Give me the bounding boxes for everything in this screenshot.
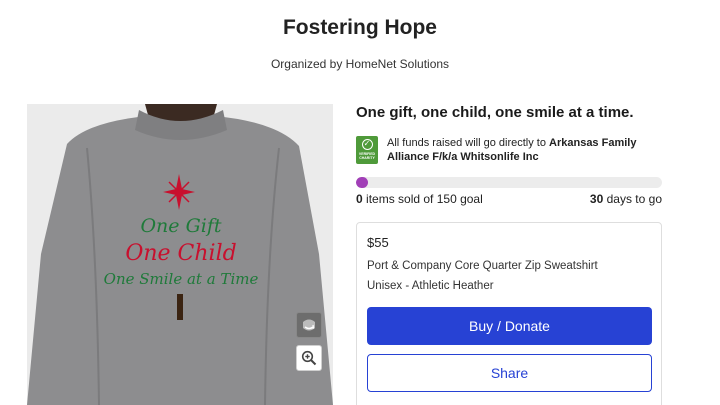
product-name: Port & Company Core Quarter Zip Sweatshi… (367, 256, 651, 296)
progress-bar (356, 177, 662, 188)
badge-text: VERIFIED CHARITY (358, 152, 376, 160)
campaign-tagline: One gift, one child, one smile at a time… (356, 104, 634, 121)
rotate-view-button[interactable] (296, 312, 322, 338)
rotate-icon (303, 319, 315, 331)
days-suffix: days to go (603, 192, 662, 206)
sold-suffix: items sold of 150 goal (362, 192, 483, 206)
progress-bar-fill (356, 177, 369, 188)
campaign-details: One gift, one child, one smile at a time… (356, 104, 664, 405)
zoom-in-icon (301, 350, 317, 366)
share-button[interactable]: Share (367, 354, 652, 392)
funds-prefix: All funds raised will go directly to (387, 137, 550, 149)
days-count: 30 (589, 192, 604, 206)
check-icon: ✓ (361, 139, 373, 150)
sold-count: 0 (356, 192, 363, 206)
product-name-line-2: Unisex - Athletic Heather (367, 280, 494, 292)
verified-charity-badge: ✓ VERIFIED CHARITY (356, 136, 378, 164)
charity-text: All funds raised will go directly to Ark… (387, 136, 662, 164)
print-line-1: One Gift (140, 215, 221, 237)
product-price: $55 (367, 235, 389, 250)
page-title: Fostering Hope (282, 16, 437, 39)
print-line-2: One Child (125, 241, 236, 266)
product-image: One Gift One Child One Smile at a Time (27, 104, 333, 405)
product-name-line-1: Port & Company Core Quarter Zip Sweatshi… (367, 260, 598, 272)
zoom-button[interactable] (296, 345, 322, 371)
product-card: $55 Port & Company Core Quarter Zip Swea… (356, 222, 662, 405)
print-line-3: One Smile at a Time (104, 270, 259, 288)
days-left-text: 30 days to go (590, 192, 662, 206)
items-sold-text: 0 items sold of 150 goal (356, 192, 483, 206)
buy-donate-button[interactable]: Buy / Donate (367, 307, 652, 345)
organizer-text: Organized by HomeNet Solutions (270, 57, 450, 71)
